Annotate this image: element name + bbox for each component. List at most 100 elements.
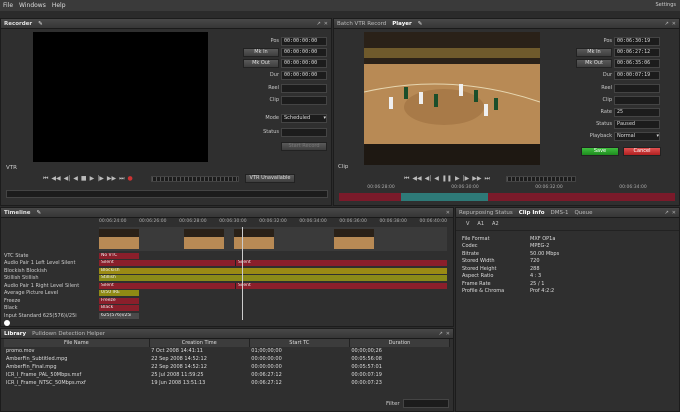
goto-start-icon[interactable]: ⏮ xyxy=(404,175,409,183)
tab-clip-info[interactable]: Clip Info xyxy=(519,210,545,216)
recorder-scrub-bar[interactable] xyxy=(6,190,328,198)
start-record-button[interactable]: Start Record xyxy=(281,142,327,151)
player-pos-field[interactable]: 00:06:30:19 xyxy=(614,36,660,46)
table-row[interactable]: promo.mov 7 Oct 2008 14:41:11 01;00;00;00 0… xyxy=(4,347,450,355)
tab-library[interactable]: Library xyxy=(4,331,26,337)
rate-field[interactable]: 25 xyxy=(614,107,660,117)
tab-audio-1[interactable]: A1 xyxy=(477,221,484,227)
step-forward-icon[interactable]: |▶ xyxy=(97,175,104,183)
pin-icon[interactable]: ✎ xyxy=(37,210,42,216)
column-header-duration[interactable]: Duration xyxy=(349,339,451,347)
reel-label: Reel xyxy=(268,85,279,91)
goto-start-icon[interactable]: ⏮ xyxy=(43,175,48,183)
track-bar[interactable]: Silent xyxy=(235,260,447,267)
table-row[interactable]: ICR_I_Frame_NTSC_50Mbps.mxf 19 Jun 2008 1… xyxy=(4,379,450,387)
float-icon[interactable]: ↗ xyxy=(317,21,321,27)
float-icon[interactable]: ↗ xyxy=(439,331,443,337)
player-mark-in-button[interactable]: Mk In xyxy=(576,47,612,57)
property-row: Stored Width 720 xyxy=(462,258,673,266)
column-header-start-tc[interactable]: Start TC xyxy=(249,339,350,347)
track-bar[interactable]: Stillish xyxy=(99,275,447,282)
dur-field[interactable]: 00:00:00:00 xyxy=(281,70,327,80)
play-icon[interactable]: ▶ xyxy=(90,175,95,183)
tab-audio-2[interactable]: A2 xyxy=(492,221,499,227)
track-bar[interactable]: 625(576)i/25i xyxy=(99,312,139,319)
playback-select[interactable]: Normal ▾ xyxy=(614,131,660,141)
save-button[interactable]: Save xyxy=(581,147,619,156)
column-header-creation-time[interactable]: Creation Time xyxy=(149,339,250,347)
float-icon[interactable]: ↗ xyxy=(665,21,669,27)
play-icon[interactable]: ▶ xyxy=(455,175,460,183)
mark-in-field[interactable]: 00:00:00:00 xyxy=(281,47,327,57)
tab-player[interactable]: Player xyxy=(392,21,412,27)
tab-pulldown-detection-helper[interactable]: Pulldown Detection Helper xyxy=(32,331,105,337)
tab-repurposing-status[interactable]: Repurposing Status xyxy=(459,210,513,216)
player-clip-field[interactable] xyxy=(614,95,660,105)
player-mark-out-field[interactable]: 00:06:35:06 xyxy=(614,58,660,68)
vtr-status-button[interactable]: VTR Unavailable xyxy=(245,174,295,183)
player-reel-field[interactable] xyxy=(614,83,660,93)
table-row[interactable]: AmberFin_Final.mpg 22 Sep 2008 14:52:12 00… xyxy=(4,363,450,371)
fast-forward-icon[interactable]: ▶▶ xyxy=(472,175,481,183)
cell-creation-time: 22 Sep 2008 14:52:12 xyxy=(151,364,207,370)
step-back-icon[interactable]: ◀| xyxy=(425,175,432,183)
cell-creation-time: 25 Jul 2008 11:59:25 xyxy=(151,372,204,378)
track-bar[interactable]: Freeze xyxy=(99,297,139,304)
menu-help[interactable]: Help xyxy=(52,2,66,9)
stop-icon[interactable]: ■ xyxy=(81,175,87,183)
clip-field[interactable] xyxy=(281,95,327,105)
table-row[interactable]: AmberFin_Subtitled.mpg 22 Sep 2008 14:52:… xyxy=(4,355,450,363)
menu-windows[interactable]: Windows xyxy=(19,2,46,9)
step-forward-icon[interactable]: |▶ xyxy=(463,175,470,183)
column-header-file-name[interactable]: File Name xyxy=(4,339,150,347)
track-bar[interactable]: Silent xyxy=(99,260,235,267)
rewind-icon[interactable]: ◀◀ xyxy=(51,175,60,183)
tab-queue[interactable]: Queue xyxy=(574,210,592,216)
mode-select[interactable]: Scheduled ▾ xyxy=(281,113,327,123)
play-back-icon[interactable]: ◀ xyxy=(434,175,439,183)
mark-in-button[interactable]: Mk In xyxy=(243,47,279,57)
track-bar[interactable]: No VTC xyxy=(99,252,139,259)
pos-field[interactable]: 00:00:00:00 xyxy=(281,36,327,46)
cancel-button[interactable]: Cancel xyxy=(623,147,661,156)
window-title[interactable]: Settings xyxy=(655,2,680,8)
pin-icon[interactable]: ✎ xyxy=(418,21,423,27)
player-mark-in-field[interactable]: 00:06:27:12 xyxy=(614,47,660,57)
track-bar[interactable]: Blockish xyxy=(99,267,447,274)
record-icon[interactable]: ● xyxy=(127,175,132,183)
close-icon[interactable]: ✕ xyxy=(324,21,328,27)
jog-shuttle[interactable] xyxy=(151,176,239,182)
close-icon[interactable]: ✕ xyxy=(672,210,676,216)
play-back-icon[interactable]: ◀ xyxy=(73,175,78,183)
player-mark-out-button[interactable]: Mk Out xyxy=(576,58,612,68)
player-timeline[interactable]: 00:06:28:00 00:06:30:00 00:06:32:00 00:0… xyxy=(339,185,675,205)
close-icon[interactable]: ✕ xyxy=(446,331,450,337)
player-jog-shuttle[interactable] xyxy=(506,176,576,182)
tab-dms-1[interactable]: DMS-1 xyxy=(551,210,569,216)
player-dur-field[interactable]: 00:00:07:19 xyxy=(614,70,660,80)
rewind-icon[interactable]: ◀◀ xyxy=(412,175,421,183)
tab-batch-vtr-record[interactable]: Batch VTR Record xyxy=(337,21,386,27)
track-bar[interactable]: 0/50 IRE xyxy=(99,290,139,297)
track-bar[interactable]: Black xyxy=(99,305,139,312)
track-bar[interactable]: Silent xyxy=(235,282,447,289)
track-bar[interactable]: Silent xyxy=(99,282,235,289)
fast-forward-icon[interactable]: ▶▶ xyxy=(107,175,116,183)
goto-end-icon[interactable]: ⏭ xyxy=(484,175,489,183)
goto-end-icon[interactable]: ⏭ xyxy=(119,175,124,183)
filter-input[interactable] xyxy=(402,399,449,408)
mark-out-field[interactable]: 00:00:00:00 xyxy=(281,58,327,68)
zoom-handle-icon[interactable] xyxy=(4,320,10,326)
tab-video-stream[interactable]: V xyxy=(466,221,469,227)
close-icon[interactable]: ✕ xyxy=(446,210,450,216)
pin-icon[interactable]: ✎ xyxy=(38,21,43,27)
float-icon[interactable]: ↗ xyxy=(665,210,669,216)
pause-icon[interactable]: ❚❚ xyxy=(442,175,452,183)
playhead[interactable] xyxy=(242,227,243,320)
reel-field[interactable] xyxy=(281,83,327,93)
step-back-icon[interactable]: ◀| xyxy=(64,175,71,183)
table-row[interactable]: ICR_I_Frame_PAL_50Mbps.mxf 25 Jul 2008 11… xyxy=(4,371,450,379)
mark-out-button[interactable]: Mk Out xyxy=(243,58,279,68)
close-icon[interactable]: ✕ xyxy=(672,21,676,27)
menu-file[interactable]: File xyxy=(3,2,13,9)
